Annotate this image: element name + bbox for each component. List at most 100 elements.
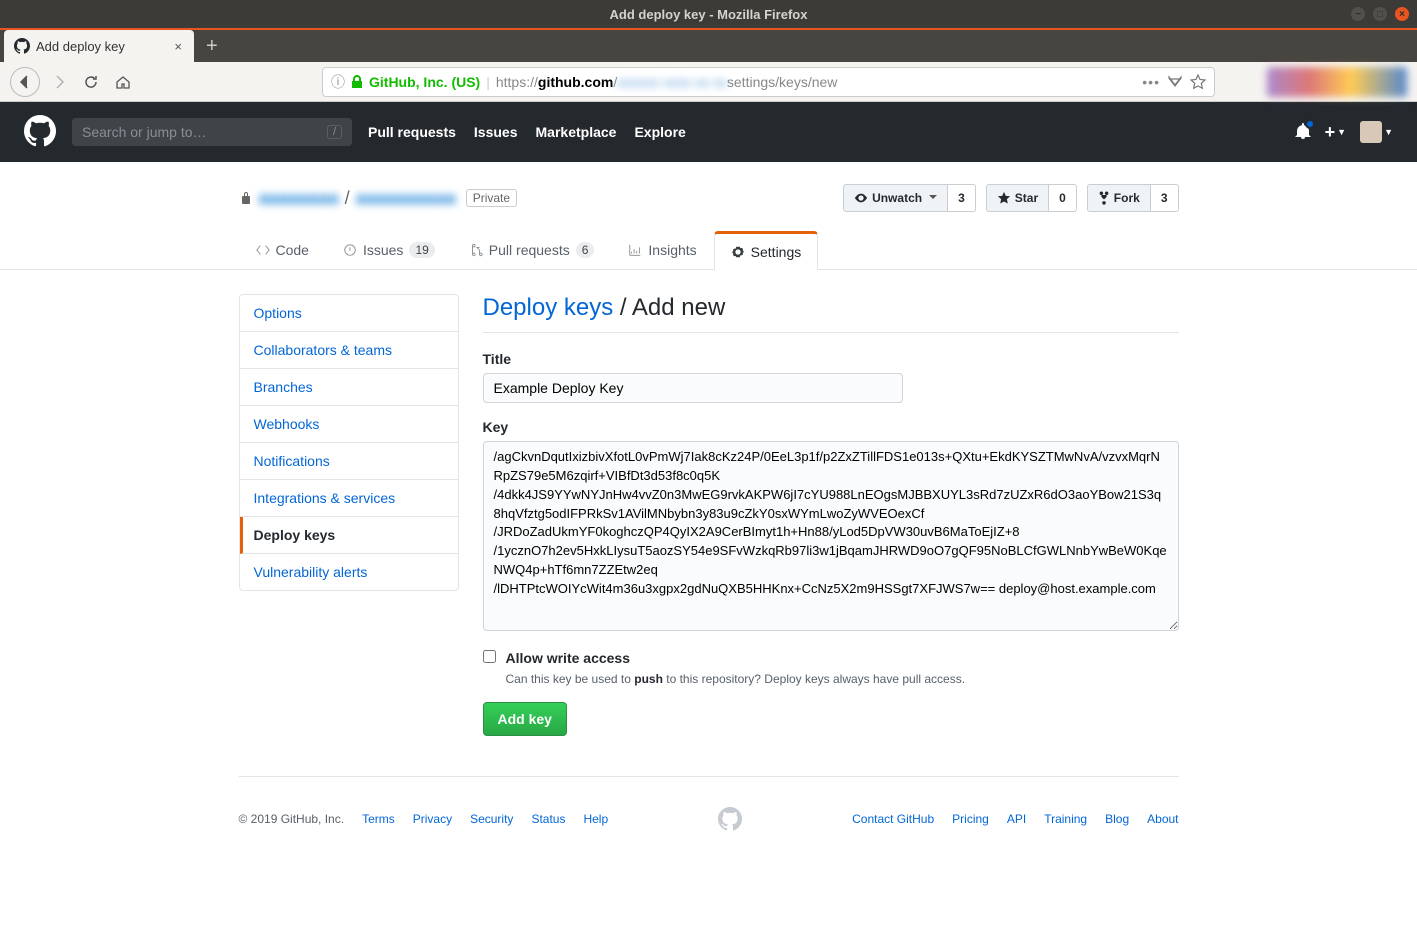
- sidebar-item-branches[interactable]: Branches: [240, 369, 458, 406]
- reload-icon: [83, 74, 99, 90]
- create-menu[interactable]: + ▼: [1325, 122, 1346, 143]
- footer-status[interactable]: Status: [531, 812, 565, 826]
- allow-write-checkbox[interactable]: [483, 650, 496, 663]
- fork-count[interactable]: 3: [1151, 184, 1179, 212]
- sidebar-item-deploy-keys[interactable]: Deploy keys: [240, 517, 458, 554]
- nav-marketplace[interactable]: Marketplace: [536, 124, 617, 140]
- sidebar-item-vulnerability-alerts[interactable]: Vulnerability alerts: [240, 554, 458, 590]
- reload-button[interactable]: [78, 69, 104, 95]
- notification-dot: [1305, 119, 1315, 129]
- nav-explore[interactable]: Explore: [634, 124, 685, 140]
- footer-blog[interactable]: Blog: [1105, 812, 1129, 826]
- add-key-button[interactable]: Add key: [483, 702, 567, 736]
- browser-tab[interactable]: Add deploy key ×: [4, 30, 194, 62]
- window-close-button[interactable]: ×: [1395, 7, 1409, 21]
- sidebar-item-webhooks[interactable]: Webhooks: [240, 406, 458, 443]
- star-icon: [997, 191, 1011, 205]
- plus-icon: +: [1325, 122, 1336, 143]
- title-label: Title: [483, 351, 1179, 367]
- tab-issues[interactable]: Issues 19: [326, 230, 452, 269]
- breadcrumb-deploy-keys[interactable]: Deploy keys: [483, 294, 614, 321]
- tab-close-button[interactable]: ×: [172, 39, 184, 54]
- home-button[interactable]: [110, 69, 136, 95]
- browser-toolbar: ⓘ GitHub, Inc. (US) | https://github.com…: [0, 62, 1417, 102]
- graph-icon: [628, 243, 642, 257]
- github-logo[interactable]: [24, 115, 56, 150]
- user-menu[interactable]: ▼: [1360, 121, 1393, 143]
- home-icon: [115, 74, 131, 90]
- address-bar[interactable]: ⓘ GitHub, Inc. (US) | https://github.com…: [322, 67, 1215, 97]
- footer-training[interactable]: Training: [1044, 812, 1087, 826]
- forward-arrow-icon: [51, 74, 67, 90]
- key-textarea[interactable]: [483, 441, 1179, 631]
- allow-write-label[interactable]: Allow write access: [506, 650, 966, 666]
- github-search[interactable]: Search or jump to… /: [72, 118, 352, 146]
- reader-icon[interactable]: [1166, 73, 1184, 91]
- footer-terms[interactable]: Terms: [362, 812, 395, 826]
- notifications-button[interactable]: [1295, 123, 1311, 142]
- eye-icon: [854, 191, 868, 205]
- sidebar-item-notifications[interactable]: Notifications: [240, 443, 458, 480]
- fork-icon: [1098, 191, 1110, 205]
- repo-tabs: Code Issues 19 Pull requests 6 Insights …: [239, 230, 1179, 269]
- back-arrow-icon: [17, 74, 33, 90]
- tab-pull-requests[interactable]: Pull requests 6: [452, 230, 612, 269]
- private-badge: Private: [466, 189, 517, 207]
- tab-code[interactable]: Code: [239, 230, 326, 269]
- sidebar-item-options[interactable]: Options: [240, 295, 458, 332]
- window-title: Add deploy key - Mozilla Firefox: [610, 7, 808, 22]
- footer-security[interactable]: Security: [470, 812, 513, 826]
- bookmark-star-icon[interactable]: [1190, 74, 1206, 90]
- user-avatar: [1360, 121, 1382, 143]
- repo-name[interactable]: aaaaaaaaaa: [356, 188, 456, 209]
- browser-tab-strip: Add deploy key × +: [0, 28, 1417, 62]
- issues-count: 19: [409, 242, 434, 258]
- window-titlebar: Add deploy key - Mozilla Firefox − □ ×: [0, 0, 1417, 28]
- issue-icon: [343, 243, 357, 257]
- prs-count: 6: [576, 242, 595, 258]
- tab-insights[interactable]: Insights: [611, 230, 713, 269]
- lock-icon: [239, 190, 253, 206]
- repo-title: aaaaaaaa / aaaaaaaaaa Private: [239, 188, 518, 209]
- site-info-icon[interactable]: ⓘ: [331, 72, 345, 92]
- title-input[interactable]: [483, 373, 903, 403]
- fork-button[interactable]: Fork: [1087, 184, 1151, 212]
- settings-sidebar: Options Collaborators & teams Branches W…: [239, 294, 459, 591]
- footer-contact[interactable]: Contact GitHub: [852, 812, 934, 826]
- star-button[interactable]: Star: [986, 184, 1049, 212]
- footer-privacy[interactable]: Privacy: [413, 812, 452, 826]
- unwatch-button[interactable]: Unwatch: [843, 184, 948, 212]
- page-actions-icon[interactable]: •••: [1142, 74, 1160, 90]
- back-button[interactable]: [10, 67, 40, 97]
- new-tab-button[interactable]: +: [194, 30, 230, 62]
- nav-pull-requests[interactable]: Pull requests: [368, 124, 456, 140]
- github-nav: Pull requests Issues Marketplace Explore: [368, 124, 686, 140]
- star-count[interactable]: 0: [1049, 184, 1077, 212]
- window-minimize-button[interactable]: −: [1351, 7, 1365, 21]
- sidebar-item-integrations[interactable]: Integrations & services: [240, 480, 458, 517]
- copyright: © 2019 GitHub, Inc.: [239, 812, 345, 826]
- caret-down-icon: ▼: [1384, 127, 1393, 137]
- footer-pricing[interactable]: Pricing: [952, 812, 989, 826]
- watch-count[interactable]: 3: [948, 184, 976, 212]
- pr-icon: [469, 243, 483, 257]
- page-footer: © 2019 GitHub, Inc. Terms Privacy Securi…: [239, 776, 1179, 891]
- repo-owner[interactable]: aaaaaaaa: [259, 188, 339, 209]
- code-icon: [256, 243, 270, 257]
- footer-about[interactable]: About: [1147, 812, 1178, 826]
- repo-header: aaaaaaaa / aaaaaaaaaa Private Unwatch 3 …: [0, 162, 1417, 270]
- nav-issues[interactable]: Issues: [474, 124, 518, 140]
- repo-actions: Unwatch 3 Star 0 Fork 3: [843, 184, 1178, 212]
- footer-help[interactable]: Help: [583, 812, 608, 826]
- allow-write-note: Can this key be used to push to this rep…: [506, 672, 966, 686]
- browser-tab-title: Add deploy key: [36, 39, 166, 54]
- footer-api[interactable]: API: [1007, 812, 1026, 826]
- window-maximize-button[interactable]: □: [1373, 7, 1387, 21]
- sidebar-item-collaborators[interactable]: Collaborators & teams: [240, 332, 458, 369]
- browser-profile-area[interactable]: [1267, 67, 1407, 97]
- tab-settings[interactable]: Settings: [714, 231, 819, 270]
- gear-icon: [731, 245, 745, 259]
- github-header: Search or jump to… / Pull requests Issue…: [0, 102, 1417, 162]
- github-mark-icon[interactable]: [718, 807, 742, 831]
- main-content: Deploy keys / Add new Title Key Allow wr…: [483, 294, 1179, 736]
